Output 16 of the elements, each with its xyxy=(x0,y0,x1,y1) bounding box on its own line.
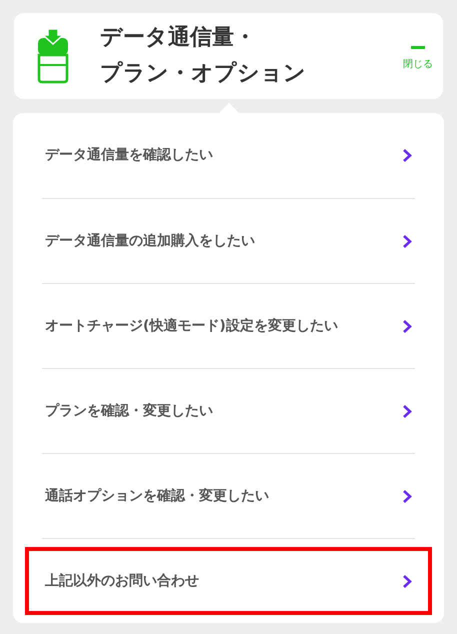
chevron-right-icon xyxy=(402,234,412,248)
header-title: データ通信量・ xyxy=(100,24,257,52)
chevron-right-icon xyxy=(402,148,412,163)
menu-item[interactable]: 通話オプションを確認・変更したい xyxy=(25,454,432,538)
menu-item[interactable]: データ通信量を確認したい xyxy=(25,113,432,198)
menu-item[interactable]: プランを確認・変更したい xyxy=(25,369,432,453)
menu-item[interactable]: オートチャージ(快適モード)設定を変更したい xyxy=(25,284,432,368)
chevron-right-icon xyxy=(402,404,412,418)
menu-item[interactable]: 上記以外のお問い合わせ xyxy=(25,547,432,615)
menu-item[interactable]: データ通信量の追加購入をしたい xyxy=(25,199,432,283)
chevron-right-icon xyxy=(402,574,412,588)
chevron-right-icon xyxy=(402,488,412,504)
header-title: プラン・オプション xyxy=(100,60,307,88)
chevron-right-icon xyxy=(402,318,412,334)
bottle-icon xyxy=(36,28,70,84)
header-card[interactable]: データ通信量・ プラン・オプション 閉じる xyxy=(14,13,443,99)
